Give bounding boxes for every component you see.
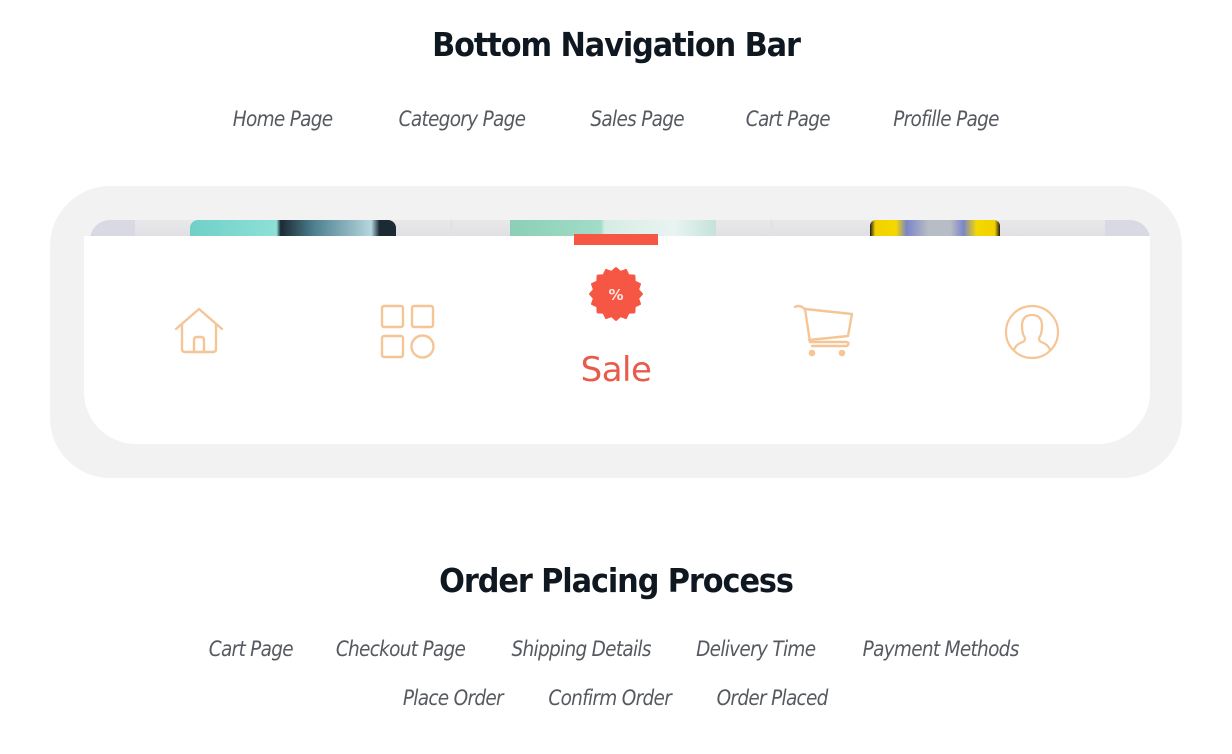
- link-cart-page[interactable]: Cart Page: [209, 637, 294, 661]
- link-home-page[interactable]: Home Page: [233, 107, 333, 131]
- home-icon: [172, 306, 226, 356]
- category-grid-icon: [380, 304, 436, 360]
- cart-icon: [792, 302, 856, 362]
- bottom-nav-section-title: Bottom Navigation Bar: [432, 25, 801, 64]
- nav-item-category[interactable]: [380, 304, 436, 360]
- nav-item-home[interactable]: [172, 306, 226, 356]
- sale-badge-icon: %: [588, 266, 644, 322]
- link-checkout-page[interactable]: Checkout Page: [336, 637, 466, 661]
- profile-icon: [1004, 304, 1060, 360]
- link-category-page[interactable]: Category Page: [398, 107, 525, 131]
- link-shipping-details[interactable]: Shipping Details: [511, 637, 651, 661]
- link-payment-methods[interactable]: Payment Methods: [862, 637, 1019, 661]
- nav-item-profile[interactable]: [1004, 304, 1060, 360]
- nav-item-sale[interactable]: %: [588, 266, 644, 322]
- order-process-links-row-1: Cart Page Checkout Page Shipping Details…: [0, 637, 1232, 661]
- sale-badge-symbol: %: [608, 286, 623, 304]
- link-profile-page[interactable]: Profille Page: [893, 107, 999, 131]
- link-sales-page[interactable]: Sales Page: [590, 107, 684, 131]
- bottom-nav-page-links: Home Page Category Page Sales Page Cart …: [0, 107, 1232, 131]
- link-delivery-time[interactable]: Delivery Time: [696, 637, 816, 661]
- link-confirm-order[interactable]: Confirm Order: [548, 686, 671, 710]
- active-tab-indicator: [574, 234, 658, 245]
- nav-item-sale-label[interactable]: Sale: [560, 350, 672, 390]
- link-place-order[interactable]: Place Order: [403, 686, 504, 710]
- nav-item-cart[interactable]: [792, 302, 856, 362]
- order-process-section-title: Order Placing Process: [439, 561, 794, 600]
- link-order-placed[interactable]: Order Placed: [717, 686, 829, 710]
- link-cart-page[interactable]: Cart Page: [746, 107, 831, 131]
- order-process-links-row-2: Place Order Confirm Order Order Placed: [0, 686, 1232, 710]
